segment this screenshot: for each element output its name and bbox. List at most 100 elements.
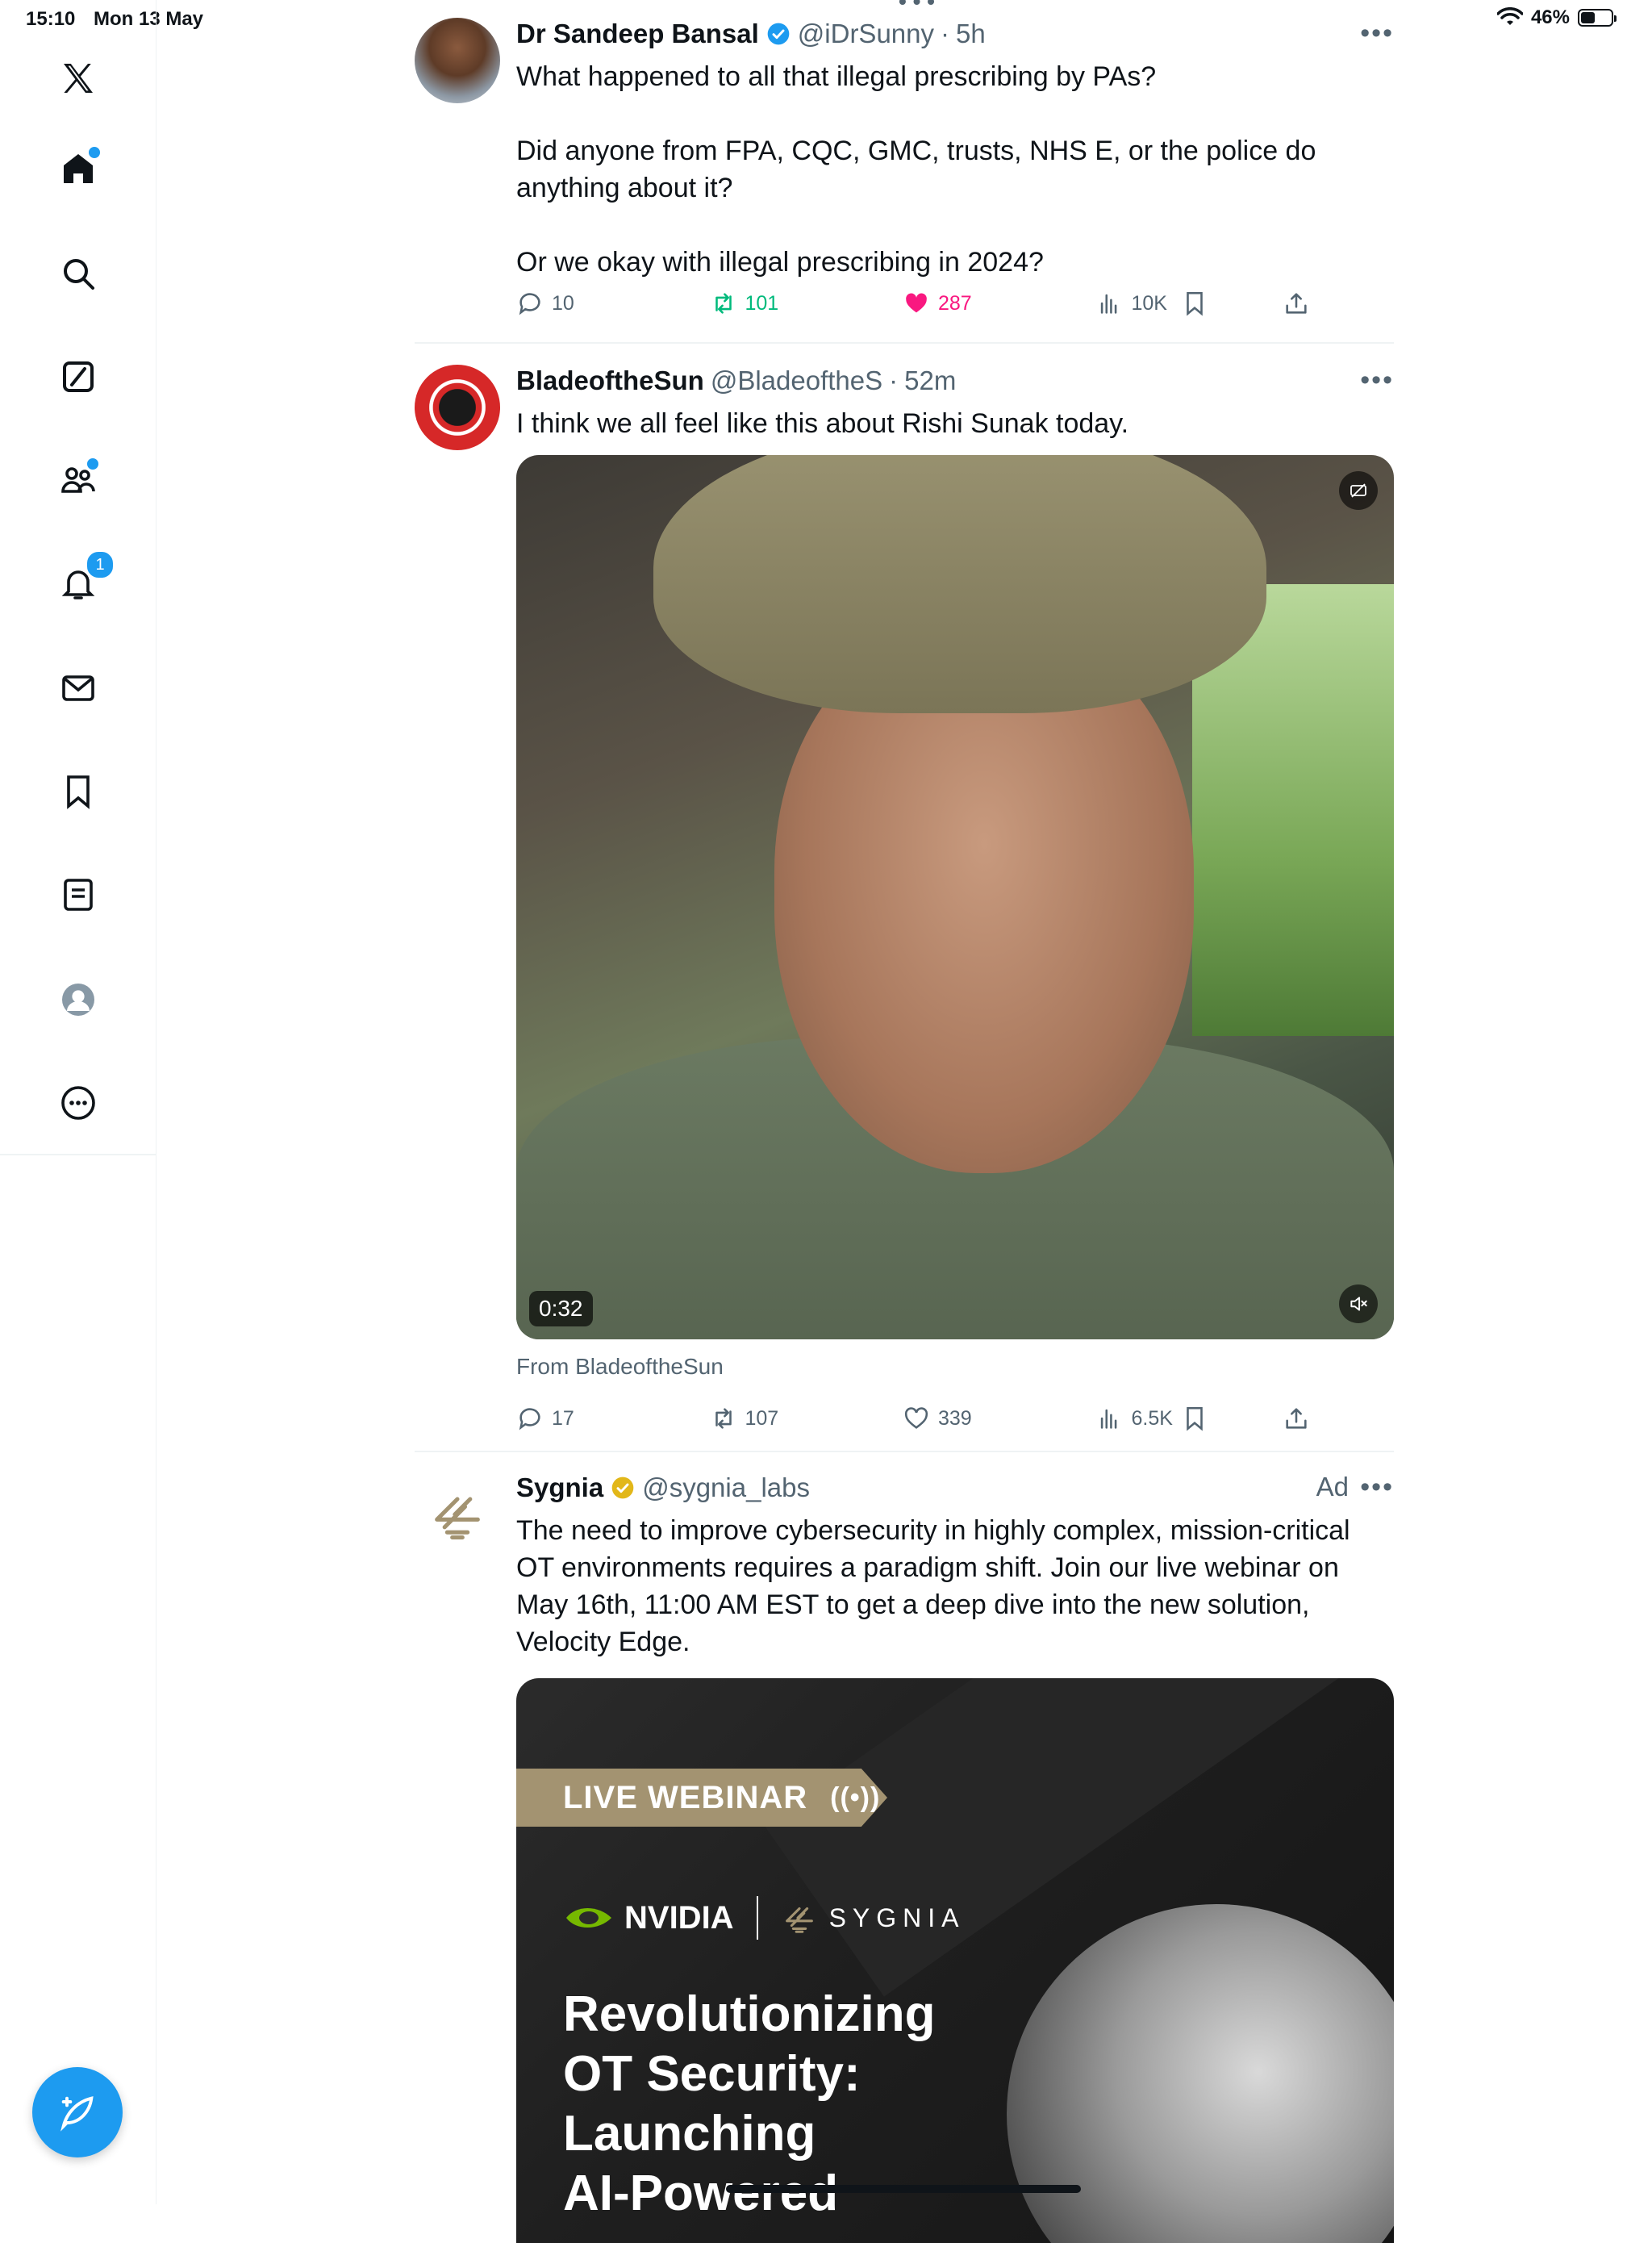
repost-button[interactable]: 107 [710, 1402, 903, 1435]
share-icon[interactable] [1283, 290, 1310, 317]
repost-count: 101 [745, 291, 779, 315]
wifi-icon [1496, 7, 1523, 25]
video-player[interactable]: 0:32 [516, 455, 1394, 1339]
grok-icon[interactable] [53, 352, 103, 402]
views-icon [1100, 1409, 1116, 1429]
reply-button[interactable]: 10 [516, 287, 710, 320]
tweet-actions: 17 107 339 6.5K [516, 1402, 1289, 1435]
avatar[interactable] [415, 18, 500, 103]
x-logo-icon[interactable] [53, 53, 103, 103]
sygnia-wordmark: SYGNIA [828, 1903, 966, 1932]
battery-icon [1578, 9, 1617, 27]
more-options-icon[interactable]: ••• [1360, 365, 1394, 396]
tweet-header: Dr Sandeep Bansal @iDrSunny · 5h [516, 18, 1394, 50]
sidebar: 1 [0, 0, 156, 2204]
communities-dot [86, 457, 100, 471]
nvidia-wordmark: NVIDIA [624, 1899, 734, 1936]
nvidia-logo: NVIDIA [563, 1900, 734, 1936]
ad-card[interactable]: LIVE WEBINAR ((•)) NVIDIA SYGNIA Revolut… [516, 1678, 1394, 2243]
search-icon[interactable] [53, 249, 103, 299]
home-dot [87, 145, 102, 160]
notifications-icon[interactable]: 1 [53, 550, 115, 608]
compose-icon [60, 2096, 94, 2132]
home-icon[interactable] [53, 144, 103, 194]
sygnia-logo-icon [435, 1497, 480, 1540]
author-name[interactable]: BladeoftheSun [516, 365, 704, 397]
communities-icon[interactable] [53, 455, 103, 505]
reply-button[interactable]: 17 [516, 1402, 710, 1435]
tweet-age[interactable]: 52m [904, 365, 956, 397]
home-indicator[interactable] [726, 2185, 1081, 2193]
tweet-text: The need to improve cybersecurity in hig… [516, 1515, 1358, 1657]
banner-label: LIVE WEBINAR [563, 1779, 808, 1815]
verified-badge-icon [767, 23, 790, 45]
repost-icon [715, 1408, 732, 1429]
view-count: 6.5K [1131, 1406, 1173, 1430]
broadcast-icon: ((•)) [830, 1781, 881, 1813]
clipped-repost-row: • • • [899, 0, 935, 14]
messages-icon[interactable] [53, 663, 103, 713]
mute-button[interactable] [1339, 1284, 1378, 1323]
sygnia-mark-icon [785, 1907, 813, 1933]
live-webinar-banner: LIVE WEBINAR ((•)) [516, 1769, 887, 1827]
separator: · [941, 19, 950, 48]
verified-gold-badge-icon [611, 1477, 634, 1499]
share-icon[interactable] [1283, 1405, 1310, 1432]
author-name[interactable]: Sygnia [516, 1472, 603, 1504]
heart-icon [904, 1407, 928, 1429]
notifications-badge: 1 [86, 550, 115, 579]
reply-icon [519, 293, 540, 315]
battery-percent: 46% [1530, 6, 1570, 28]
compose-button[interactable] [32, 2067, 123, 2157]
avatar[interactable] [415, 365, 500, 450]
tweet-actions: 10 101 287 10K [516, 287, 1289, 320]
reply-count: 10 [552, 291, 574, 315]
bookmark-icon[interactable] [1181, 1405, 1208, 1432]
tweet-text: I think we all feel like this about Rish… [516, 408, 1129, 439]
more-options-icon[interactable]: ••• [1360, 1472, 1394, 1503]
like-count: 339 [938, 1406, 972, 1430]
captions-button[interactable] [1339, 471, 1378, 510]
more-icon[interactable] [53, 1078, 103, 1128]
tweet-divider [415, 1451, 1394, 1452]
views-icon [1100, 294, 1116, 314]
tweet-secondary-actions [1181, 1402, 1310, 1435]
reply-icon [519, 1408, 540, 1431]
tweet-header: Sygnia @sygnia_labs [516, 1472, 1394, 1504]
sidebar-divider [0, 1154, 156, 1155]
bookmarks-icon[interactable] [53, 766, 103, 817]
author-name[interactable]: Dr Sandeep Bansal [516, 18, 759, 50]
author-handle[interactable]: @BladeoftheS [711, 365, 882, 397]
author-handle[interactable]: @iDrSunny [798, 18, 934, 50]
video-subject-cap [653, 455, 1266, 713]
like-button[interactable]: 339 [903, 1402, 1096, 1435]
sygnia-logo: SYGNIA [781, 1899, 966, 1936]
tweet-text: What happened to all that illegal prescr… [516, 61, 1316, 278]
captions-icon [1350, 483, 1366, 498]
tweet-age[interactable]: 5h [956, 18, 986, 50]
status-right: 46% [1496, 6, 1617, 29]
lists-icon[interactable] [53, 870, 103, 920]
like-count: 287 [938, 291, 972, 315]
tweet-divider [415, 342, 1394, 344]
partner-logos: NVIDIA SYGNIA [563, 1896, 966, 1940]
tweet-secondary-actions [1181, 287, 1310, 320]
author-handle[interactable]: @sygnia_labs [642, 1472, 810, 1504]
logo-separator [756, 1896, 758, 1940]
avatar[interactable] [415, 1472, 500, 1557]
view-count: 10K [1131, 291, 1167, 315]
repost-count: 107 [745, 1406, 779, 1430]
more-options-icon[interactable]: ••• [1360, 18, 1394, 49]
separator: · [889, 365, 899, 395]
video-duration: 0:32 [529, 1291, 593, 1326]
reply-count: 17 [552, 1406, 574, 1430]
video-source-label[interactable]: From BladeoftheSun [516, 1354, 724, 1380]
heart-filled-icon [906, 293, 927, 313]
bookmark-icon[interactable] [1181, 290, 1208, 317]
tweet-header: BladeoftheSun @BladeoftheS · 52m [516, 365, 1394, 397]
profile-icon[interactable] [53, 975, 103, 1025]
nvidia-eye-icon [566, 1908, 611, 1928]
muted-speaker-icon [1350, 1297, 1367, 1311]
like-button[interactable]: 287 [903, 287, 1096, 320]
repost-button[interactable]: 101 [710, 287, 903, 320]
